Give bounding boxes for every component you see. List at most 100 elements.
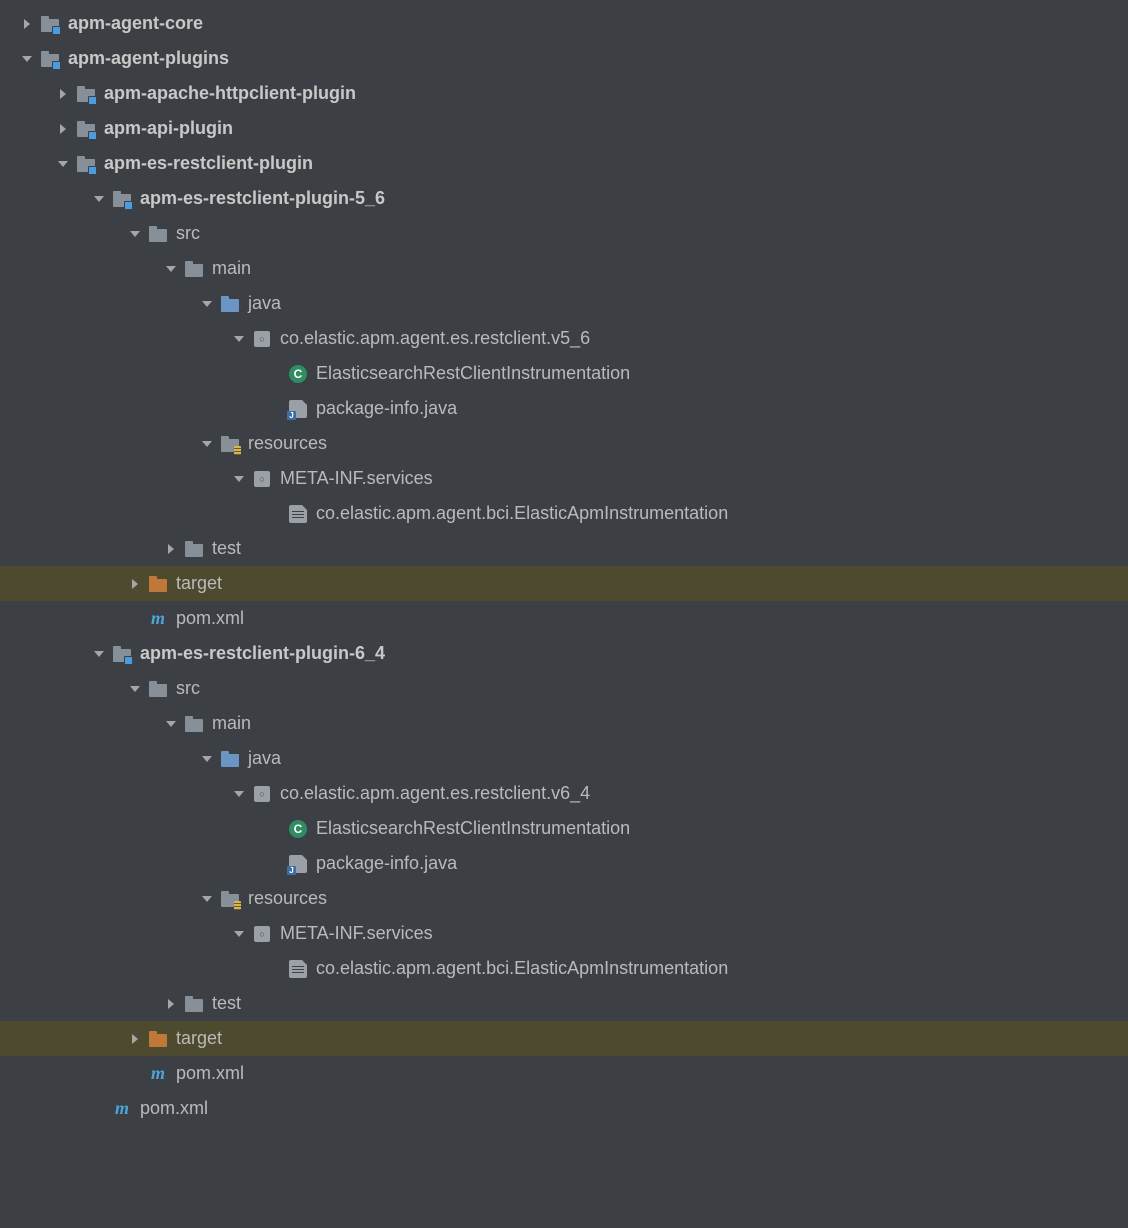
tree-row[interactable]: Jpackage-info.java <box>0 391 1128 426</box>
collapse-icon[interactable] <box>200 437 214 451</box>
module-folder-icon <box>76 84 96 104</box>
tree-row[interactable]: test <box>0 986 1128 1021</box>
package-icon <box>252 784 272 804</box>
tree-row[interactable]: META-INF.services <box>0 916 1128 951</box>
expand-icon[interactable] <box>128 577 142 591</box>
resources-folder-icon <box>220 434 240 454</box>
tree-item-label: test <box>212 538 241 559</box>
expand-icon[interactable] <box>20 17 34 31</box>
tree-row[interactable]: java <box>0 286 1128 321</box>
package-icon <box>252 924 272 944</box>
collapse-icon[interactable] <box>232 927 246 941</box>
collapse-icon[interactable] <box>200 752 214 766</box>
class-icon: C <box>288 819 308 839</box>
module-folder-icon <box>40 14 60 34</box>
source-folder-icon <box>220 294 240 314</box>
text-file-icon <box>288 504 308 524</box>
expand-icon[interactable] <box>56 122 70 136</box>
tree-row[interactable]: Jpackage-info.java <box>0 846 1128 881</box>
collapse-icon[interactable] <box>200 892 214 906</box>
tree-row[interactable]: target <box>0 1021 1128 1056</box>
tree-row[interactable]: co.elastic.apm.agent.bci.ElasticApmInstr… <box>0 951 1128 986</box>
tree-row[interactable]: src <box>0 216 1128 251</box>
tree-item-label: test <box>212 993 241 1014</box>
collapse-icon[interactable] <box>232 332 246 346</box>
tree-item-label: META-INF.services <box>280 923 433 944</box>
tree-item-label: src <box>176 678 200 699</box>
collapse-icon[interactable] <box>128 227 142 241</box>
tree-item-label: co.elastic.apm.agent.bci.ElasticApmInstr… <box>316 503 728 524</box>
tree-item-label: apm-es-restclient-plugin-6_4 <box>140 643 385 664</box>
tree-row[interactable]: apm-es-restclient-plugin-5_6 <box>0 181 1128 216</box>
project-tree[interactable]: apm-agent-core apm-agent-plugins apm-apach… <box>0 0 1128 1126</box>
expand-icon[interactable] <box>164 997 178 1011</box>
tree-row[interactable]: co.elastic.apm.agent.es.restclient.v6_4 <box>0 776 1128 811</box>
collapse-icon[interactable] <box>232 787 246 801</box>
collapse-icon[interactable] <box>56 157 70 171</box>
source-folder-icon <box>220 749 240 769</box>
tree-row[interactable]: resources <box>0 426 1128 461</box>
module-folder-icon <box>40 49 60 69</box>
collapse-icon[interactable] <box>232 472 246 486</box>
tree-row[interactable]: mpom.xml <box>0 601 1128 636</box>
tree-item-label: pom.xml <box>140 1098 208 1119</box>
collapse-icon[interactable] <box>200 297 214 311</box>
tree-row[interactable]: target <box>0 566 1128 601</box>
collapse-icon[interactable] <box>128 682 142 696</box>
tree-item-label: main <box>212 258 251 279</box>
tree-row[interactable]: main <box>0 706 1128 741</box>
folder-icon <box>184 539 204 559</box>
package-icon <box>252 329 272 349</box>
tree-item-label: apm-api-plugin <box>104 118 233 139</box>
tree-item-label: java <box>248 293 281 314</box>
tree-row[interactable]: CElasticsearchRestClientInstrumentation <box>0 356 1128 391</box>
tree-item-label: target <box>176 573 222 594</box>
collapse-icon[interactable] <box>164 717 178 731</box>
tree-row[interactable]: src <box>0 671 1128 706</box>
tree-item-label: apm-agent-plugins <box>68 48 229 69</box>
tree-item-label: apm-es-restclient-plugin <box>104 153 313 174</box>
tree-item-label: co.elastic.apm.agent.es.restclient.v6_4 <box>280 783 590 804</box>
collapse-icon[interactable] <box>92 192 106 206</box>
tree-row[interactable]: C ElasticsearchRestClientInstrumentation <box>0 811 1128 846</box>
resources-folder-icon <box>220 889 240 909</box>
tree-item-label: target <box>176 1028 222 1049</box>
folder-icon <box>148 224 168 244</box>
collapse-icon[interactable] <box>20 52 34 66</box>
tree-row[interactable]: java <box>0 741 1128 776</box>
tree-item-label: resources <box>248 888 327 909</box>
text-file-icon <box>288 959 308 979</box>
tree-item-label: apm-apache-httpclient-plugin <box>104 83 356 104</box>
expand-icon[interactable] <box>164 542 178 556</box>
tree-row[interactable]: test <box>0 531 1128 566</box>
module-folder-icon <box>76 154 96 174</box>
module-folder-icon <box>112 189 132 209</box>
tree-row[interactable]: apm-es-restclient-plugin-6_4 <box>0 636 1128 671</box>
tree-item-label: package-info.java <box>316 398 457 419</box>
java-file-icon: J <box>288 854 308 874</box>
folder-icon <box>148 679 168 699</box>
collapse-icon[interactable] <box>164 262 178 276</box>
tree-row[interactable]: apm-api-plugin <box>0 111 1128 146</box>
tree-row[interactable]: main <box>0 251 1128 286</box>
tree-row[interactable]: apm-agent-plugins <box>0 41 1128 76</box>
tree-item-label: src <box>176 223 200 244</box>
expand-icon[interactable] <box>128 1032 142 1046</box>
tree-row[interactable]: co.elastic.apm.agent.es.restclient.v5_6 <box>0 321 1128 356</box>
tree-row[interactable]: mpom.xml <box>0 1091 1128 1126</box>
tree-row[interactable]: apm-apache-httpclient-plugin <box>0 76 1128 111</box>
target-folder-icon <box>148 574 168 594</box>
expand-icon[interactable] <box>56 87 70 101</box>
maven-file-icon: m <box>148 1064 168 1084</box>
tree-row[interactable]: apm-agent-core <box>0 6 1128 41</box>
tree-item-label: ElasticsearchRestClientInstrumentation <box>316 818 630 839</box>
tree-row[interactable]: resources <box>0 881 1128 916</box>
module-folder-icon <box>76 119 96 139</box>
tree-row[interactable]: apm-es-restclient-plugin <box>0 146 1128 181</box>
maven-file-icon: m <box>148 609 168 629</box>
tree-row[interactable]: mpom.xml <box>0 1056 1128 1091</box>
collapse-icon[interactable] <box>92 647 106 661</box>
tree-row[interactable]: co.elastic.apm.agent.bci.ElasticApmInstr… <box>0 496 1128 531</box>
package-icon <box>252 469 272 489</box>
tree-row[interactable]: META-INF.services <box>0 461 1128 496</box>
